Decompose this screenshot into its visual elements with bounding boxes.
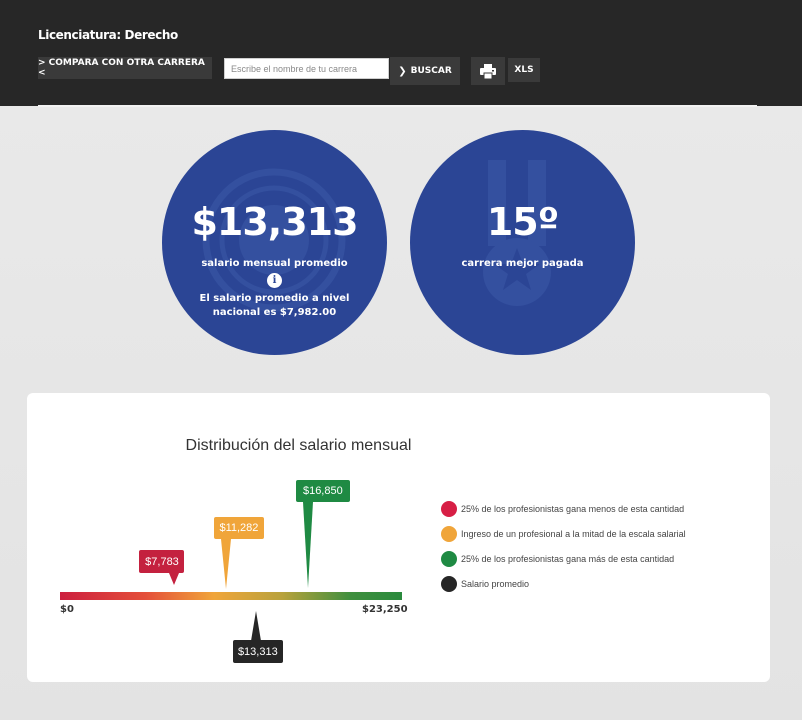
- ranking-circle: 15º carrera mejor pagada: [410, 130, 635, 355]
- info-icon[interactable]: i: [267, 273, 282, 288]
- distribution-title: Distribución del salario mensual: [185, 437, 412, 454]
- q1-tag: $7,783: [139, 550, 185, 573]
- average-salary-circle: $13,313 salario mensual promedio i El sa…: [162, 130, 387, 355]
- legend-text: 25% de los profesionistas gana menos de …: [461, 504, 685, 514]
- legend-dot: [441, 576, 457, 592]
- page-title: Licenciatura: Derecho: [38, 28, 178, 42]
- mean-pointer: [250, 611, 261, 641]
- average-salary-label: salario mensual promedio: [201, 258, 348, 269]
- legend-dot: [441, 526, 457, 542]
- career-search-input[interactable]: [224, 58, 389, 79]
- printer-icon: [480, 63, 496, 79]
- legend-text: Salario promedio: [461, 579, 530, 589]
- ranking-label: carrera mejor pagada: [461, 258, 584, 269]
- chevron-right-icon: ❯: [398, 65, 407, 77]
- q1-pointer: [169, 573, 180, 585]
- average-salary-value: $13,313: [191, 200, 358, 244]
- scale-max-label: $23,250: [362, 604, 408, 615]
- legend-item: Salario promedio: [441, 576, 529, 592]
- q3-pointer: [302, 502, 313, 588]
- legend-text: 25% de los profesionistas gana más de es…: [461, 554, 675, 564]
- search-button[interactable]: ❯ BUSCAR: [390, 57, 460, 85]
- top-bar: Licenciatura: Derecho > COMPARA CON OTRA…: [0, 0, 802, 106]
- legend-text: Ingreso de un profesional a la mitad de …: [461, 529, 686, 539]
- salary-distribution-card: Distribución del salario mensual $0 $23,…: [27, 393, 770, 682]
- legend-item: 25% de los profesionistas gana más de es…: [441, 551, 674, 567]
- scale-min-label: $0: [60, 604, 74, 615]
- divider: [38, 105, 757, 107]
- q3-tag: $16,850: [295, 480, 350, 502]
- ranking-value: 15º: [486, 200, 559, 244]
- mean-tag: $13,313: [232, 640, 283, 663]
- print-button[interactable]: [471, 57, 505, 85]
- legend-item: 25% de los profesionistas gana menos de …: [441, 501, 684, 517]
- legend-dot: [441, 551, 457, 567]
- legend-dot: [441, 501, 457, 517]
- median-tag: $11,282: [213, 517, 264, 539]
- median-pointer: [220, 539, 231, 589]
- national-average-note: El salario promedio a nivel nacional es …: [199, 293, 350, 318]
- legend-item: Ingreso de un profesional a la mitad de …: [441, 526, 686, 542]
- export-xls-button[interactable]: XLS: [508, 58, 540, 82]
- compare-career-button[interactable]: > COMPARA CON OTRA CARRERA <: [38, 57, 212, 79]
- salary-scale-bar: [60, 592, 402, 600]
- search-button-label: BUSCAR: [410, 66, 452, 76]
